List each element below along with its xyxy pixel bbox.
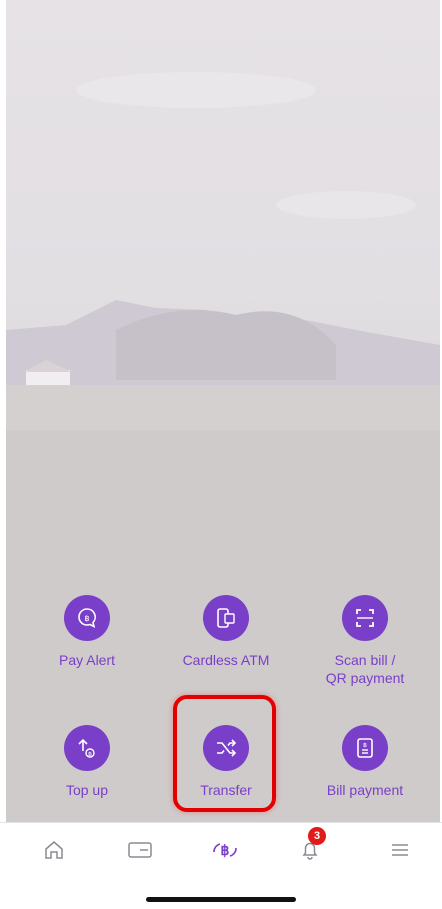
- top-up-icon: ฿: [64, 725, 110, 771]
- scan-bill-button[interactable]: Scan bill / QR payment: [295, 595, 435, 687]
- svg-text:฿: ฿: [84, 614, 89, 623]
- pay-alert-icon: ฿: [64, 595, 110, 641]
- cardless-atm-button[interactable]: Cardless ATM: [156, 595, 296, 669]
- card-icon: [128, 842, 152, 858]
- transfer-highlight: [173, 695, 276, 812]
- notification-badge: 3: [308, 827, 326, 845]
- menu-icon: [392, 844, 408, 856]
- tab-baht[interactable]: ฿: [205, 835, 245, 865]
- bottom-tab-bar: ฿ 3: [0, 822, 442, 909]
- app-screen: ฿ Pay Alert Cardless ATM Scan bill / QR …: [0, 0, 442, 909]
- scan-icon: [342, 595, 388, 641]
- tab-home[interactable]: [34, 835, 74, 865]
- tab-menu[interactable]: [380, 835, 420, 865]
- home-indicator: [146, 897, 296, 902]
- svg-text:฿: ฿: [363, 742, 367, 749]
- scan-bill-label: Scan bill / QR payment: [325, 652, 405, 686]
- bill-icon: ฿: [342, 725, 388, 771]
- svg-text:฿: ฿: [88, 751, 92, 758]
- top-up-button[interactable]: ฿ Top up: [17, 725, 157, 799]
- top-up-label: Top up: [65, 782, 109, 798]
- pay-alert-label: Pay Alert: [58, 652, 116, 668]
- tab-notifications[interactable]: 3: [290, 827, 330, 865]
- svg-text:฿: ฿: [221, 842, 230, 858]
- cardless-atm-icon: [203, 595, 249, 641]
- bill-payment-label: Bill payment: [326, 782, 404, 798]
- pay-alert-button[interactable]: ฿ Pay Alert: [17, 595, 157, 669]
- cardless-atm-label: Cardless ATM: [182, 652, 270, 668]
- baht-exchange-icon: ฿: [213, 842, 237, 858]
- tab-cards[interactable]: [120, 835, 160, 865]
- home-icon: [45, 841, 63, 859]
- bill-payment-button[interactable]: ฿ Bill payment: [295, 725, 435, 799]
